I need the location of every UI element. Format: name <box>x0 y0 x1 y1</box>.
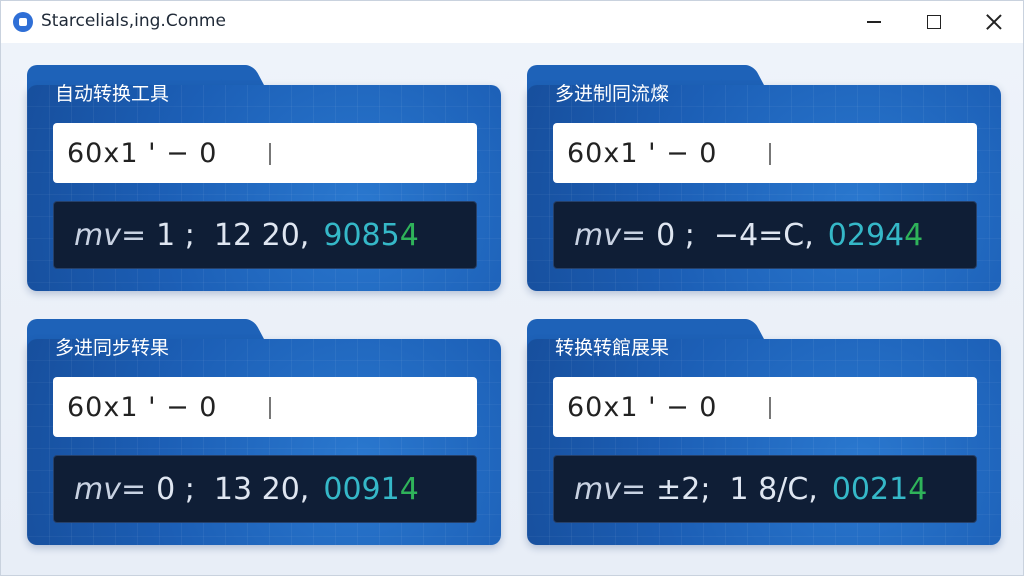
converter-panel: 多进同步转果 60x1 ' − 0 mv= 0 ; 13 20, 0091 4 <box>27 319 501 545</box>
app-window: Starcelials,ing.Conme 自动转换工具 60x1 ' − 0 … <box>0 0 1024 576</box>
input-value: 60x1 ' − 0 <box>567 391 718 423</box>
converter-panel: 转换转館展果 60x1 ' − 0 mv= ±2; 1 8/C, 0021 4 <box>527 319 1001 545</box>
output-tail: 4 <box>908 471 928 507</box>
output-display: mv= 0 ; 13 20, 0091 4 <box>53 455 477 523</box>
minimize-button[interactable] <box>845 1 903 43</box>
panel-title: 转换转館展果 <box>555 337 670 359</box>
input-field[interactable]: 60x1 ' − 0 <box>53 123 477 183</box>
converter-panel: 自动转换工具 60x1 ' − 0 mv= 1 ; 12 20, 9085 4 <box>27 65 501 291</box>
output-value: ±2; 1 8/C, <box>656 471 818 507</box>
output-tail: 4 <box>399 217 419 253</box>
text-caret <box>769 397 771 419</box>
close-icon <box>986 14 1002 30</box>
input-field[interactable]: 60x1 ' − 0 <box>53 377 477 437</box>
output-tail: 4 <box>399 471 419 507</box>
app-logo-icon <box>13 12 33 32</box>
window-title: Starcelials,ing.Conme <box>41 11 226 31</box>
input-value: 60x1 ' − 0 <box>567 137 718 169</box>
panel-title: 自动转换工具 <box>55 83 170 105</box>
maximize-icon <box>927 15 941 29</box>
input-field[interactable]: 60x1 ' − 0 <box>553 377 977 437</box>
output-hex: 0294 <box>827 217 905 253</box>
output-label: mv= <box>74 471 147 507</box>
text-caret <box>269 397 271 419</box>
output-hex: 0091 <box>323 471 400 507</box>
converter-panel: 多进制同流燦 60x1 ' − 0 mv= 0 ; −4=C, 0294 4 <box>527 65 1001 291</box>
output-value: 0 ; 13 20, <box>156 471 310 507</box>
input-value: 60x1 ' − 0 <box>67 137 218 169</box>
panel-title: 多进同步转果 <box>55 337 170 359</box>
output-display: mv= 1 ; 12 20, 9085 4 <box>53 201 477 269</box>
input-value: 60x1 ' − 0 <box>67 391 218 423</box>
output-value: 0 ; −4=C, <box>656 217 814 253</box>
panel-title: 多进制同流燦 <box>555 83 670 105</box>
output-label: mv= <box>74 217 147 253</box>
output-hex: 0021 <box>831 471 909 507</box>
output-display: mv= ±2; 1 8/C, 0021 4 <box>553 455 977 523</box>
output-label: mv= <box>574 471 647 507</box>
output-hex: 9085 <box>323 217 400 253</box>
minimize-icon <box>867 21 881 23</box>
output-label: mv= <box>574 217 647 253</box>
close-button[interactable] <box>965 1 1023 43</box>
output-display: mv= 0 ; −4=C, 0294 4 <box>553 201 977 269</box>
output-tail: 4 <box>904 217 924 253</box>
input-field[interactable]: 60x1 ' − 0 <box>553 123 977 183</box>
text-caret <box>269 143 271 165</box>
text-caret <box>769 143 771 165</box>
title-bar[interactable]: Starcelials,ing.Conme <box>1 1 1023 43</box>
main-content: 自动转换工具 60x1 ' − 0 mv= 1 ; 12 20, 9085 4 … <box>1 43 1023 575</box>
maximize-button[interactable] <box>905 1 963 43</box>
output-value: 1 ; 12 20, <box>156 217 310 253</box>
